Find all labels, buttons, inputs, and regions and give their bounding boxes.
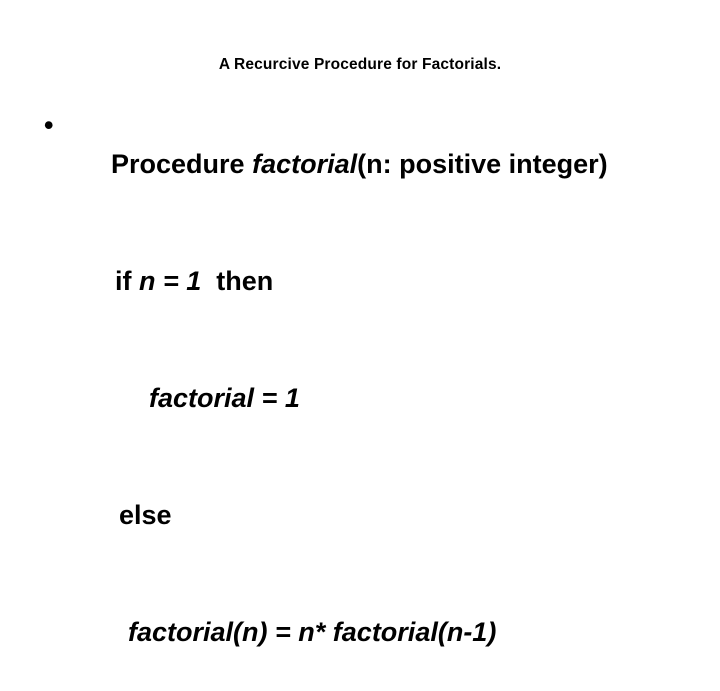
else-keyword: else bbox=[119, 500, 172, 530]
code-line-recursive-case: factorial(n) = n* factorial(n-1) bbox=[0, 574, 720, 691]
bullet-point-icon: • bbox=[44, 110, 54, 140]
recursive-case-expression: factorial(n) = n* factorial(n-1) bbox=[128, 617, 497, 647]
page-title: A Recurcive Procedure for Factorials. bbox=[218, 56, 502, 73]
if-keyword: if bbox=[115, 266, 140, 296]
procedure-keyword: Procedure bbox=[111, 149, 253, 179]
code-line-else: else bbox=[0, 457, 720, 574]
code-line-base-case: factorial = 1 bbox=[0, 340, 720, 457]
code-line-if-condition: if n = 1 then bbox=[0, 223, 720, 340]
then-keyword: then bbox=[201, 266, 274, 296]
procedure-name: factorial bbox=[252, 149, 358, 179]
slide-body: • Procedure factorial(n: positive integer… bbox=[0, 106, 720, 691]
procedure-parameters: (n: positive integer) bbox=[357, 149, 608, 179]
if-expression: n = 1 bbox=[139, 266, 202, 296]
base-case-assignment: factorial = 1 bbox=[149, 383, 300, 413]
bullet-list-item-procedure: • Procedure factorial(n: positive integer… bbox=[0, 106, 720, 223]
slide-canvas: A Recurcive Procedure for Factorials. • P… bbox=[0, 0, 720, 647]
